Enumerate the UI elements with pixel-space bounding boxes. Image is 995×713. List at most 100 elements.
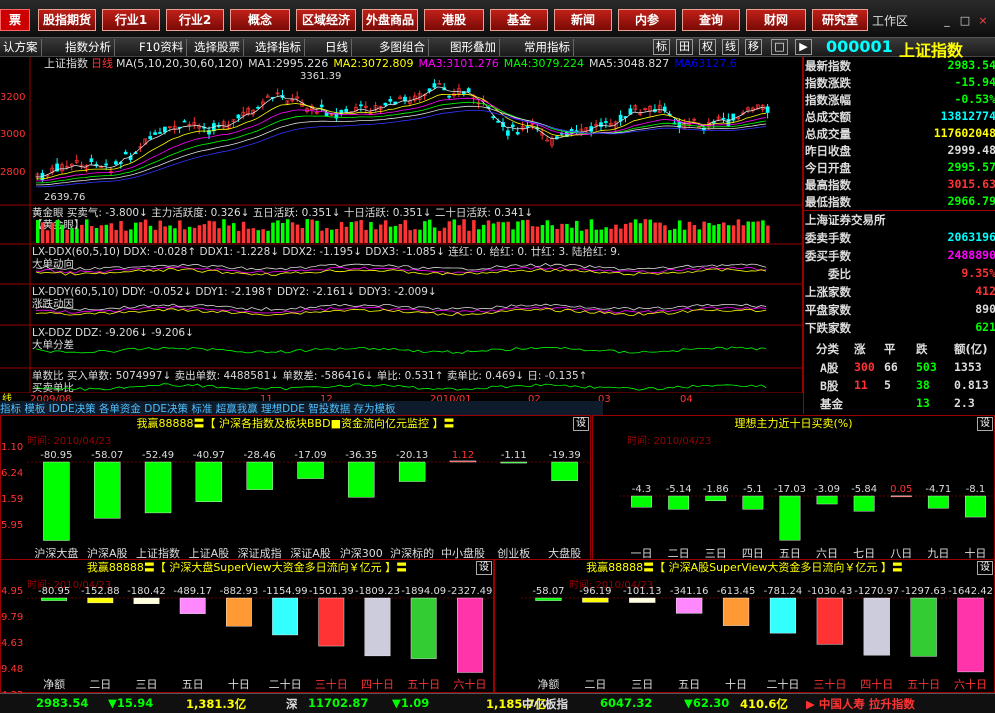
candle [163, 126, 167, 133]
toolbar-tool-4[interactable]: 移 [745, 39, 762, 55]
flow-bar [551, 461, 578, 482]
volume-bar [305, 219, 309, 243]
quote-value: 2966.79 [947, 194, 995, 208]
volume-bar [325, 228, 329, 243]
flow-value: -1.86 [703, 484, 729, 495]
quote-value: 2995.57 [947, 160, 995, 174]
flow-label: 十日 [725, 677, 747, 691]
menu-item-11[interactable]: 查询 [682, 9, 740, 31]
volume-bar [535, 226, 540, 243]
menu-item-4[interactable]: 概念 [230, 9, 290, 31]
indicator-line: 黄金眼 买卖气: -3.800↓ 主力活跃度: 0.326↓ 五日活跃: 0.3… [32, 206, 533, 219]
volume-bar [251, 228, 256, 243]
menu-item-7[interactable]: 港股 [424, 9, 484, 31]
settings-button[interactable]: 设 [977, 561, 993, 575]
toolbar-tool-5[interactable]: □ [771, 39, 788, 55]
menu-item-5[interactable]: 区域经济 [296, 9, 356, 31]
restore-icon[interactable]: □ [958, 14, 972, 28]
volume-bar [609, 228, 613, 243]
y-tick: 3200 [0, 92, 25, 103]
volume-bar [697, 229, 701, 243]
volume-bar [677, 220, 682, 243]
toolbar-item-8[interactable]: 常用指标 [521, 39, 574, 56]
menu-item-12[interactable]: 财网 [746, 9, 806, 31]
flow-bar [318, 597, 345, 647]
menu-item-8[interactable]: 基金 [490, 9, 548, 31]
flow-bar [722, 597, 750, 626]
toolbar-item-6[interactable]: 多图组合 [376, 39, 429, 56]
menu-item-0[interactable]: 票 [0, 9, 30, 31]
menu-item-9[interactable]: 新闻 [554, 9, 612, 31]
toolbar-item-7[interactable]: 图形叠加 [447, 39, 500, 56]
index-code: 000001 [826, 37, 893, 56]
volume-bar [40, 222, 45, 243]
toolbar-item-0[interactable]: 认方案 [0, 39, 42, 56]
volume-bar [124, 230, 128, 243]
volume-bar [45, 230, 50, 243]
volume-bar [638, 223, 643, 243]
candle [599, 122, 603, 127]
toolbar-tool-2[interactable]: 权 [699, 39, 716, 55]
quote-label: 今日开盘 [805, 161, 851, 175]
volume-bar [148, 225, 153, 243]
toolbar-item-4[interactable]: 选择指标 [252, 39, 305, 56]
toolbar-tool-1[interactable]: 田 [676, 39, 693, 55]
flow-value: -1894.09 [401, 586, 446, 597]
flow-value: -58.07 [532, 586, 564, 597]
kline-chart[interactable]: 上证指数 日线 MA(5,10,20,30,60,120) MA1:2995.226 M… [0, 56, 803, 405]
indicator-tabs[interactable]: 指标 模板 IDDE决策 各单资金 DDE决策 标准 超赢我赢 理想DDE 智投… [0, 401, 603, 415]
menu-item-6[interactable]: 外盘商品 [362, 9, 418, 31]
quote-value: -15.94 [954, 75, 995, 89]
indicator-line: LX-DDZ DDZ: -9.206↓ -9.206↓ [32, 327, 194, 339]
ma-label: MA1: [248, 57, 276, 70]
settings-button[interactable]: 设 [573, 417, 589, 431]
flow-label: 三十日 [315, 677, 348, 691]
toolbar-tool-6[interactable]: ▶ [795, 39, 812, 55]
flow-value: -489.17 [173, 586, 212, 597]
table-header: 额(亿) [954, 342, 988, 356]
menu-item-2[interactable]: 行业1 [102, 9, 160, 31]
toolbar-item-2[interactable]: F10资料 [136, 39, 188, 56]
quote-row: 上涨家数 412 [804, 283, 995, 300]
flow-label: 净额 [43, 677, 65, 691]
toolbar-item-3[interactable]: 选择股票 [191, 39, 244, 56]
menu-item-1[interactable]: 股指期货 [38, 9, 96, 31]
menu-item-10[interactable]: 内参 [618, 9, 676, 31]
quote-value: 2063196 [947, 230, 995, 244]
workspace-label[interactable]: 工作区 [872, 12, 908, 29]
volume-bar [217, 228, 221, 243]
quote-value: 9.35% [961, 266, 995, 280]
main-chart-area[interactable]: 上证指数 日线 MA(5,10,20,30,60,120) MA1:2995.226 M… [0, 56, 803, 405]
flow-label: 六十日 [954, 677, 987, 691]
flow-bar [668, 495, 690, 510]
candle [324, 112, 329, 117]
volume-bar [408, 230, 412, 243]
close-icon[interactable]: × [976, 14, 990, 28]
settings-button[interactable]: 设 [476, 561, 492, 575]
toolbar-item-1[interactable]: 指数分析 [62, 39, 115, 56]
toolbar-item-5[interactable]: 日线 [322, 39, 352, 56]
volume-bar [359, 219, 363, 243]
settings-button[interactable]: 设 [977, 417, 993, 431]
toolbar-tool-0[interactable]: 标 [653, 39, 670, 55]
flow-value: -341.16 [670, 586, 709, 597]
menu-item-3[interactable]: 行业2 [166, 9, 224, 31]
flow-label: 大盘股 [548, 546, 581, 560]
menu-item-13[interactable]: 研究室 [812, 9, 868, 31]
volume-bar [70, 228, 74, 243]
flow-bar [853, 495, 875, 512]
ma-value: 3127.6 [698, 57, 737, 70]
quote-label: 最高指数 [805, 178, 851, 192]
toolbar-tool-3[interactable]: 线 [722, 39, 739, 55]
volume-bar [526, 219, 530, 243]
volume-bar [692, 225, 697, 243]
exchange-label: 上海证券交易所 [805, 213, 886, 227]
candle [491, 116, 496, 119]
flow-value: -19.39 [548, 450, 580, 461]
volume-bar [379, 224, 383, 243]
minimize-icon[interactable]: _ [940, 14, 954, 28]
volume-bar [85, 219, 89, 243]
flow-value: -2327.49 [447, 586, 492, 597]
volume-bar [731, 225, 736, 243]
indicator-line: 单数比 买入单数: 5074997↓ 卖出单数: 4488581↓ 单数差: -… [32, 369, 587, 382]
